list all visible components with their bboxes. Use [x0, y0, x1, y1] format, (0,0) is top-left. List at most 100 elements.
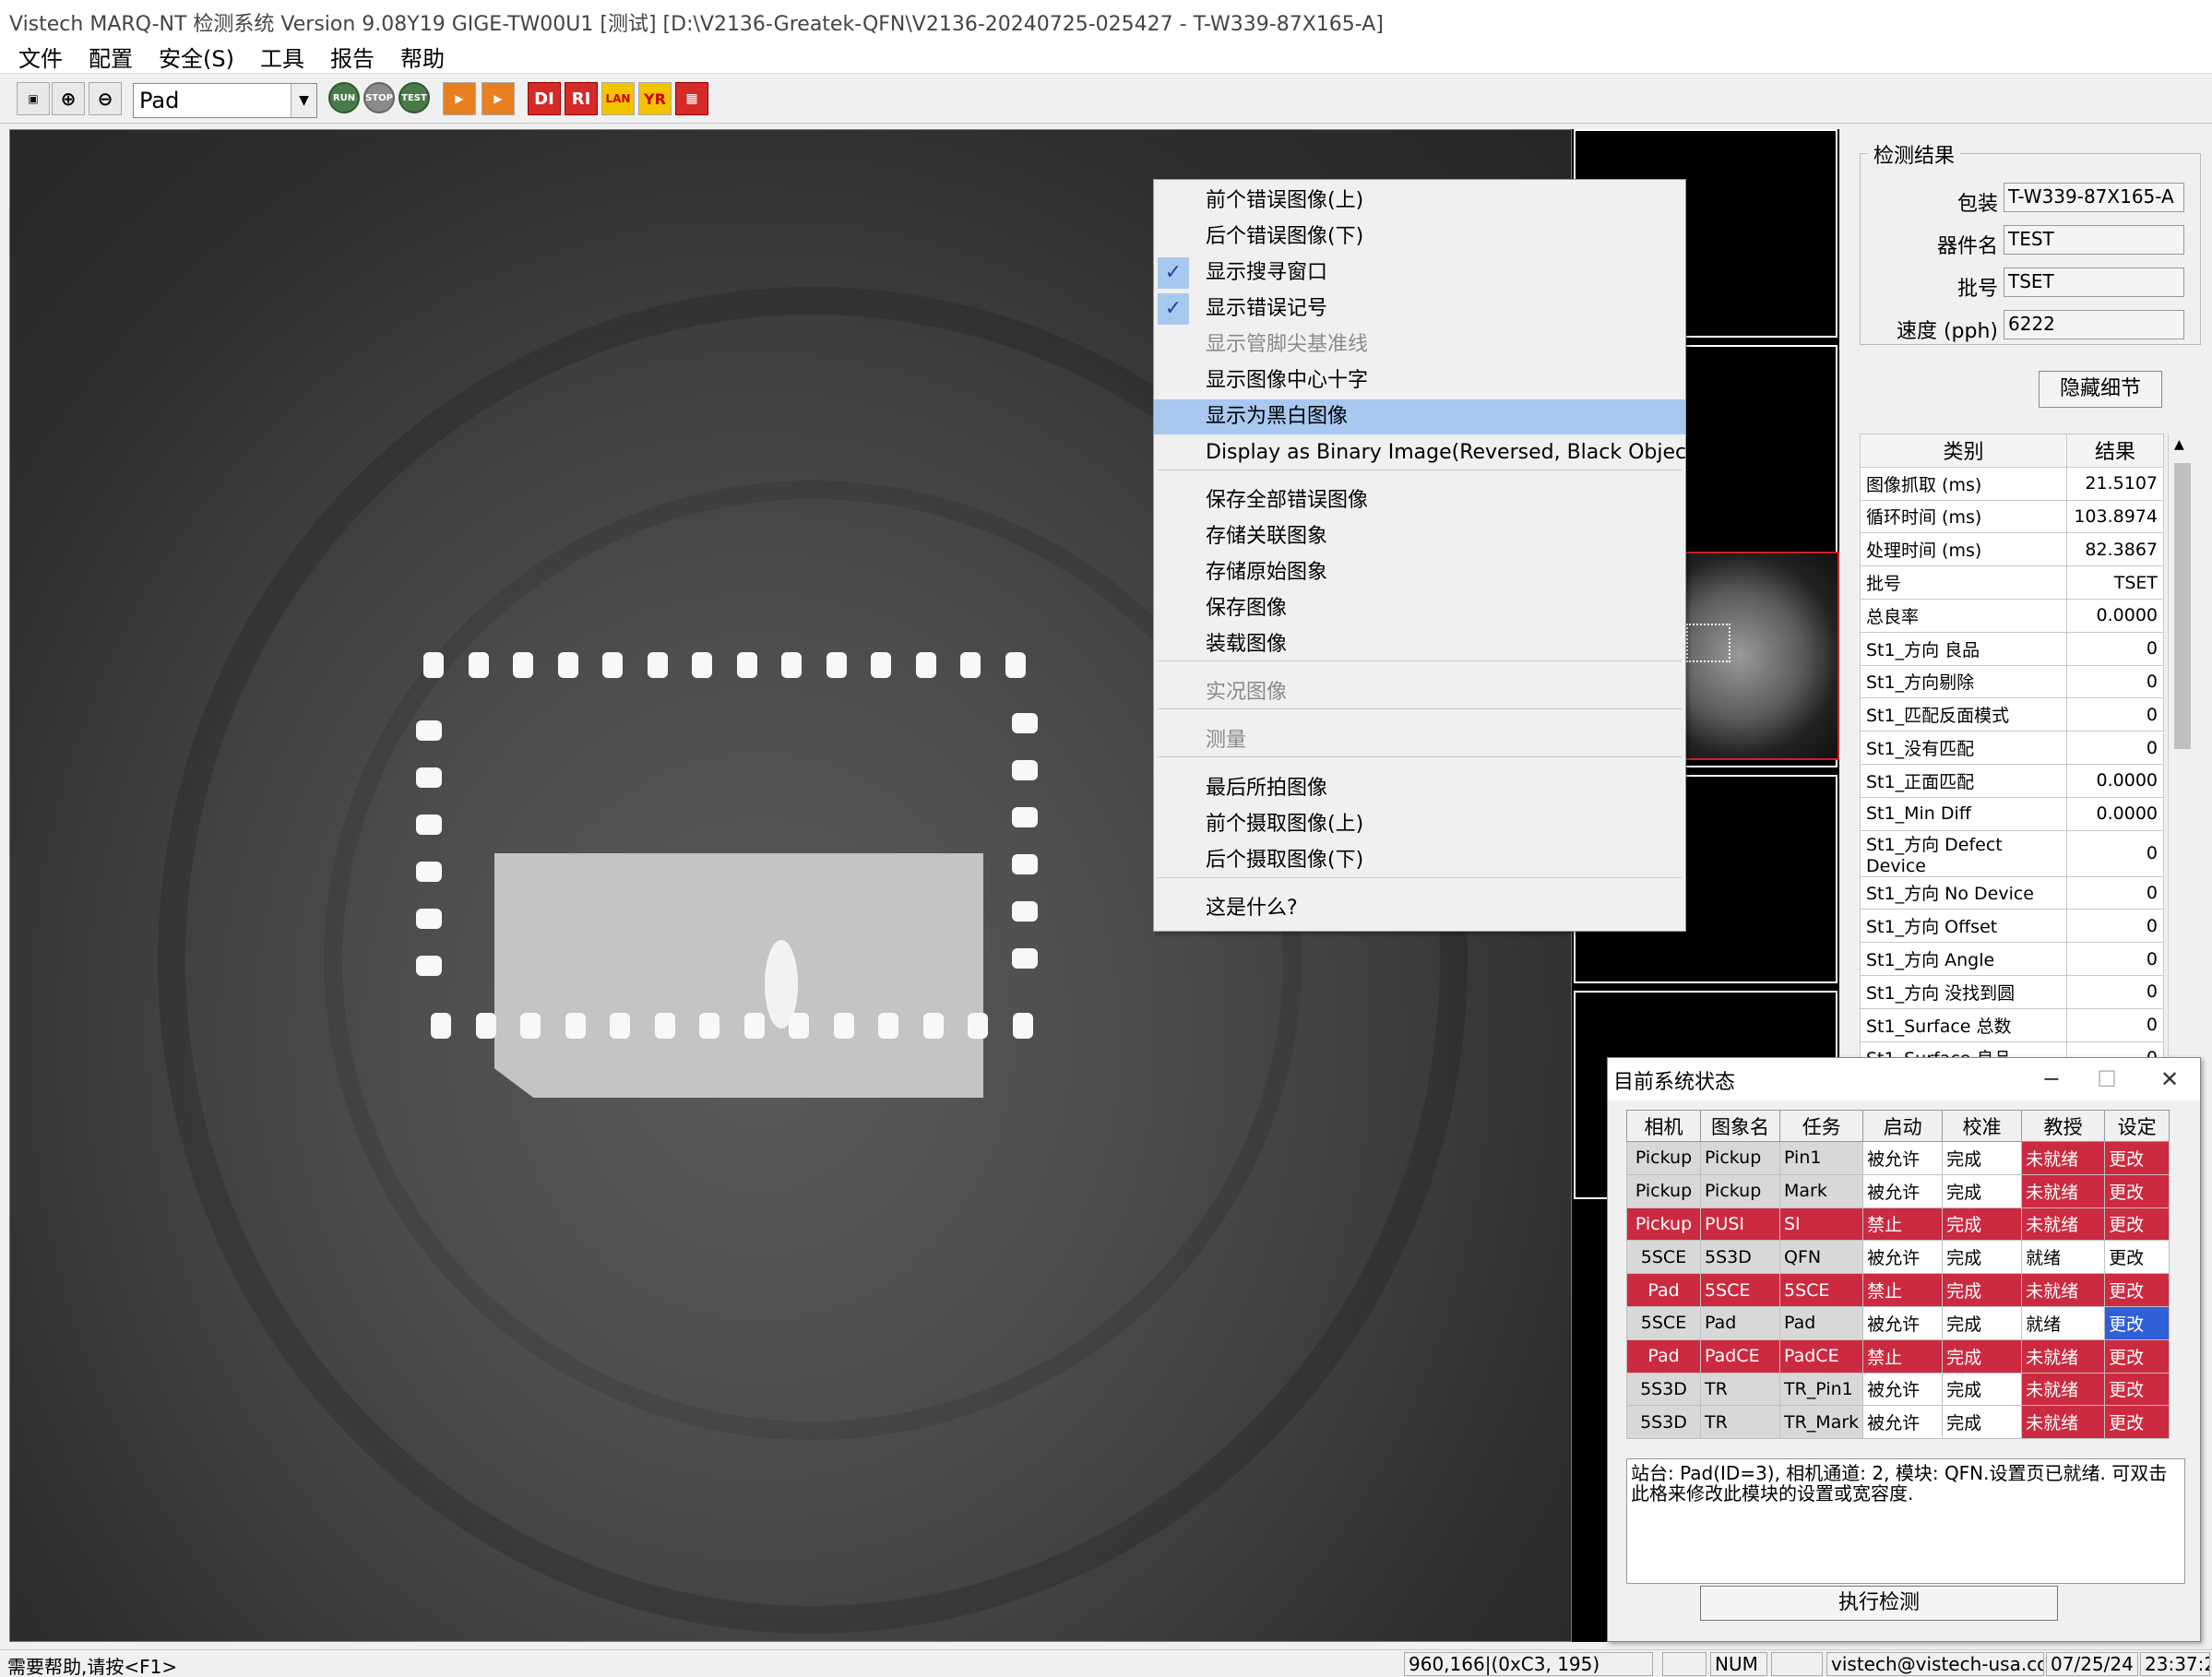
menu-security[interactable]: 安全(S) — [146, 41, 247, 73]
status-row[interactable]: Pad PadCE PadCE 禁止 完成 未就绪 更改 — [1626, 1338, 2170, 1374]
status-cell[interactable]: 未就绪 — [2021, 1405, 2106, 1440]
status-edit-cell[interactable]: 更改 — [2104, 1141, 2170, 1175]
status-cell[interactable]: Pad — [1700, 1305, 1780, 1340]
zoom-out-icon[interactable]: ⊖ — [89, 82, 122, 115]
context-menu-item-7[interactable]: Display as Binary Image(Reversed, Black … — [1154, 435, 1702, 470]
status-cell[interactable]: SI — [1778, 1207, 1864, 1242]
status-cell[interactable]: 未就绪 — [2021, 1372, 2106, 1407]
status-edit-cell[interactable]: 更改 — [2104, 1173, 2170, 1208]
status-cell[interactable]: 就绪 — [2021, 1240, 2106, 1275]
status-cell[interactable]: 禁止 — [1862, 1207, 1944, 1242]
status-cell[interactable]: 完成 — [1942, 1305, 2023, 1340]
status-row[interactable]: Pickup PUSI SI 禁止 完成 未就绪 更改 — [1626, 1207, 2170, 1242]
hide-details-button[interactable]: 隐藏细节 — [2039, 371, 2162, 408]
status-cell[interactable]: 完成 — [1942, 1141, 2023, 1175]
status-edit-cell[interactable]: 更改 — [2104, 1240, 2170, 1275]
context-menu-item-10[interactable]: 存储原始图象 — [1154, 555, 1685, 590]
minimize-icon[interactable]: ─ — [2028, 1062, 2075, 1097]
status-edit-cell[interactable]: 更改 — [2104, 1305, 2170, 1340]
status-cell[interactable]: 被允许 — [1862, 1372, 1944, 1407]
status-cell[interactable]: 就绪 — [2021, 1305, 2106, 1340]
context-menu-item-15[interactable]: 最后所拍图像 — [1154, 771, 1685, 806]
lan-button[interactable]: LAN — [601, 82, 635, 115]
status-cell[interactable]: 完成 — [1942, 1405, 2023, 1440]
status-row[interactable]: 5SCE Pad Pad 被允许 完成 就绪 更改 — [1626, 1305, 2170, 1340]
status-row[interactable]: Pickup Pickup Mark 被允许 完成 未就绪 更改 — [1626, 1173, 2170, 1208]
status-cell[interactable]: 5SCE — [1626, 1240, 1701, 1275]
context-menu-item-1[interactable]: 后个错误图像(下) — [1154, 220, 1685, 255]
status-cell[interactable]: TR — [1700, 1405, 1780, 1440]
status-cell[interactable]: 完成 — [1942, 1372, 2023, 1407]
status-cell[interactable]: 未就绪 — [2021, 1173, 2106, 1208]
status-cell[interactable]: TR_Pin1 — [1778, 1372, 1864, 1407]
status-cell[interactable]: 禁止 — [1862, 1273, 1944, 1307]
status-cell[interactable]: Pad — [1626, 1273, 1701, 1307]
status-row[interactable]: Pickup Pickup Pin1 被允许 完成 未就绪 更改 — [1626, 1141, 2170, 1175]
scroll-up-icon[interactable]: ▲ — [2174, 437, 2184, 452]
status-cell[interactable]: 未就绪 — [2021, 1273, 2106, 1307]
status-cell[interactable]: PUSI — [1700, 1207, 1780, 1242]
context-menu-item-17[interactable]: 后个摄取图像(下) — [1154, 843, 1685, 878]
save-folder-icon[interactable]: ▶ — [482, 82, 515, 115]
status-cell[interactable]: Pickup — [1626, 1141, 1701, 1175]
stop-button[interactable]: STOP — [363, 82, 395, 113]
close-icon[interactable]: ✕ — [2147, 1062, 2193, 1097]
status-cell[interactable]: 未就绪 — [2021, 1207, 2106, 1242]
context-menu-item-12[interactable]: 装载图像 — [1154, 627, 1685, 662]
context-menu-item-18[interactable]: 这是什么? — [1154, 891, 1685, 926]
status-cell[interactable]: 完成 — [1942, 1207, 2023, 1242]
context-menu-item-16[interactable]: 前个摄取图像(上) — [1154, 807, 1685, 842]
context-menu-item-11[interactable]: 保存图像 — [1154, 591, 1685, 626]
status-cell[interactable]: 完成 — [1942, 1273, 2023, 1307]
run-inspection-button[interactable]: 执行检测 — [1700, 1586, 2058, 1621]
context-menu-item-9[interactable]: 存储关联图象 — [1154, 519, 1685, 554]
status-cell[interactable]: Mark — [1778, 1173, 1864, 1208]
status-cell[interactable]: Pickup — [1626, 1173, 1701, 1208]
report-icon[interactable]: ▦ — [675, 82, 708, 115]
menu-file[interactable]: 文件 — [6, 41, 76, 73]
status-cell[interactable]: 5SCE — [1778, 1273, 1864, 1307]
di-button[interactable]: DI — [528, 82, 561, 115]
status-cell[interactable]: 禁止 — [1862, 1338, 1944, 1374]
status-cell[interactable]: 完成 — [1942, 1173, 2023, 1208]
status-edit-cell[interactable]: 更改 — [2104, 1273, 2170, 1307]
status-cell[interactable]: Pickup — [1700, 1173, 1780, 1208]
menu-help[interactable]: 帮助 — [387, 41, 458, 73]
status-row[interactable]: 5SCE 5S3D QFN 被允许 完成 就绪 更改 — [1626, 1240, 2170, 1275]
yr-button[interactable]: YR — [638, 82, 672, 115]
maximize-icon[interactable]: ☐ — [2084, 1062, 2130, 1097]
status-cell[interactable]: QFN — [1778, 1240, 1864, 1275]
menu-report[interactable]: 报告 — [317, 41, 387, 73]
status-cell[interactable]: PadCE — [1778, 1338, 1864, 1374]
scrollbar-thumb[interactable] — [2174, 463, 2191, 749]
menu-tools[interactable]: 工具 — [247, 41, 317, 73]
status-cell[interactable]: PadCE — [1700, 1338, 1780, 1374]
status-row[interactable]: 5S3D TR TR_Mark 被允许 完成 未就绪 更改 — [1626, 1405, 2170, 1440]
menu-config[interactable]: 配置 — [76, 41, 146, 73]
zoom-in-icon[interactable]: ⊕ — [52, 82, 85, 115]
context-menu-item-3[interactable]: ✓ 显示错误记号 — [1154, 291, 1685, 327]
camera-icon[interactable]: ▣ — [17, 82, 50, 115]
status-edit-cell[interactable]: 更改 — [2104, 1372, 2170, 1407]
status-cell[interactable]: 完成 — [1942, 1338, 2023, 1374]
status-cell[interactable]: 5SCE — [1626, 1305, 1701, 1340]
status-row[interactable]: 5S3D TR TR_Pin1 被允许 完成 未就绪 更改 — [1626, 1372, 2170, 1407]
live-thumbnail[interactable] — [1684, 552, 1839, 760]
status-cell[interactable]: 完成 — [1942, 1240, 2023, 1275]
status-cell[interactable]: 5S3D — [1626, 1372, 1701, 1407]
context-menu-item-2[interactable]: ✓ 显示搜寻窗口 — [1154, 256, 1685, 291]
status-cell[interactable]: 5SCE — [1700, 1273, 1780, 1307]
status-cell[interactable]: 5S3D — [1626, 1405, 1701, 1440]
test-button[interactable]: TEST — [398, 82, 430, 113]
chevron-down-icon[interactable]: ▼ — [291, 84, 316, 117]
run-button[interactable]: RUN — [328, 82, 360, 113]
status-cell[interactable]: 未就绪 — [2021, 1141, 2106, 1175]
status-edit-cell[interactable]: 更改 — [2104, 1338, 2170, 1374]
context-menu-item-6[interactable]: 显示为黑白图像 — [1154, 399, 1685, 434]
status-cell[interactable]: 被允许 — [1862, 1240, 1944, 1275]
ri-button[interactable]: RI — [565, 82, 598, 115]
status-cell[interactable]: 被允许 — [1862, 1141, 1944, 1175]
status-cell[interactable]: 被允许 — [1862, 1305, 1944, 1340]
status-cell[interactable]: Pickup — [1626, 1207, 1701, 1242]
status-cell[interactable]: TR — [1700, 1372, 1780, 1407]
